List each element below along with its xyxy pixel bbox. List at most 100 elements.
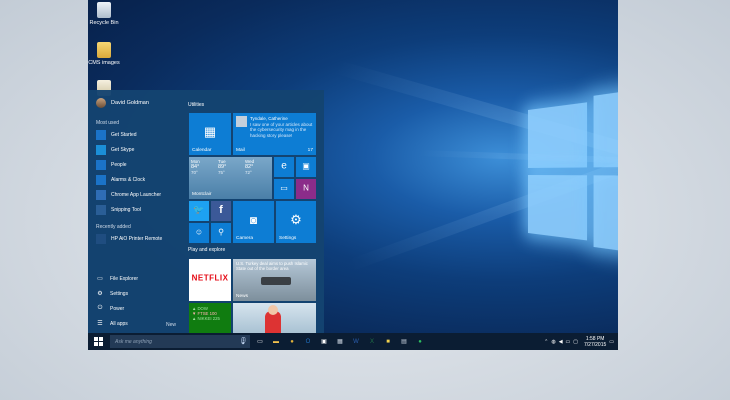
tile-people[interactable]: ☺ <box>189 223 209 243</box>
evernote-icon[interactable]: ● <box>414 336 426 348</box>
most-used-item[interactable]: People <box>96 160 127 170</box>
tile-contacts[interactable]: ▭ <box>274 179 294 199</box>
tile-news[interactable]: U.S. Turkey deal aims to push Islamic St… <box>233 259 316 301</box>
desktop-icon-label: Recycle Bin <box>89 20 119 26</box>
excel-icon[interactable]: X <box>366 336 378 348</box>
clock-date: 7/27/2015 <box>584 341 607 348</box>
folder-icon: ▭ <box>97 276 103 282</box>
sticky-notes-icon[interactable]: ■ <box>382 336 394 348</box>
weather-day: Mon 84° 70° <box>191 159 216 176</box>
app-label: Snipping Tool <box>111 207 141 213</box>
word-icon[interactable]: W <box>350 336 362 348</box>
store-icon[interactable]: ▣ <box>318 336 330 348</box>
clock-time: 1:58 PM <box>585 335 605 342</box>
notifications-icon[interactable]: ▭ <box>609 339 614 345</box>
most-used-item[interactable]: Get Skype <box>96 145 134 155</box>
tile-camera[interactable]: ◙ Camera <box>233 201 274 243</box>
start-button[interactable] <box>88 333 108 350</box>
cortana-search-box[interactable]: Ask me anything 🎙 <box>110 335 250 348</box>
maps-icon: ⚲ <box>218 227 224 237</box>
bottom-item-label: File Explorer <box>110 275 139 282</box>
people-icon: ☺ <box>194 227 204 237</box>
tile-maps[interactable]: ⚲ <box>211 223 231 243</box>
photos-icon[interactable]: ▦ <box>334 336 346 348</box>
avatar <box>96 98 106 108</box>
clock[interactable]: 1:58 PM 7/27/2015 <box>584 336 606 348</box>
windows-logo-wallpaper <box>528 84 618 261</box>
tile-weather[interactable]: Mon 84° 70° Tue 89° 75° Wed 82° 72° Montclair <box>189 157 272 199</box>
tile-facebook[interactable]: f <box>211 201 231 221</box>
weather-day-low: 72° <box>245 170 252 175</box>
start-menu-all-apps[interactable]: ☰ All apps <box>96 320 128 328</box>
chrome-icon[interactable]: ● <box>286 336 298 348</box>
most-used-item[interactable]: Snipping Tool <box>96 205 141 215</box>
start-menu-left-column: David Goldman Most used Get Started Get S… <box>88 90 182 333</box>
tile-onenote[interactable]: N <box>296 179 316 199</box>
desktop-icon-cms-images[interactable]: CMS images <box>88 42 134 66</box>
tile-netflix[interactable]: NETFLIX <box>189 259 231 301</box>
user-name: David Goldman <box>111 100 149 106</box>
start-menu: David Goldman Most used Get Started Get S… <box>88 90 324 333</box>
news-photo-plane <box>261 277 291 285</box>
app-label: People <box>111 162 127 168</box>
most-used-item[interactable]: Get Started <box>96 130 137 140</box>
most-used-item[interactable]: Alarms & Clock <box>96 175 145 185</box>
desktop-icon-recycle-bin[interactable]: Recycle Bin <box>88 2 134 26</box>
photos-preview-face <box>268 305 278 315</box>
skype-icon <box>96 145 106 155</box>
desktop: Recycle Bin CMS images David Goldman Mos… <box>88 0 618 350</box>
twitter-icon: 🐦 <box>193 204 205 215</box>
app-label: Get Skype <box>111 147 135 153</box>
most-used-label: Most used <box>96 120 120 126</box>
logo-pane <box>528 175 588 241</box>
stock-ticker: ▲ NIKKEI 225 <box>192 316 220 321</box>
mail-preview-block: Tyndale, Catherine I saw one of your art… <box>250 116 313 138</box>
tile-settings[interactable]: ⚙ Settings <box>276 201 316 243</box>
gear-icon: ⚙ <box>97 291 103 297</box>
network-icon[interactable]: ◍ <box>551 339 555 345</box>
action-center-icon[interactable]: ▢ <box>573 339 578 345</box>
chevron-up-icon[interactable]: ⌃ <box>544 339 548 345</box>
folder-icon <box>97 42 111 58</box>
edge-icon: e <box>281 160 287 172</box>
battery-icon[interactable]: ▭ <box>566 339 571 345</box>
microphone-icon[interactable]: 🎙 <box>238 337 247 345</box>
tile-money[interactable]: ▲ DOW ▼ FTSE 100 ▲ NIKKEI 225 <box>189 303 231 333</box>
volume-icon[interactable]: ◀ <box>559 339 563 345</box>
desktop-icon-label: CMS images <box>88 60 120 66</box>
weather-day: Tue 89° 75° <box>218 159 243 176</box>
weather-day: Wed 82° 72° <box>245 159 270 176</box>
file-explorer-icon[interactable]: ▬ <box>270 336 282 348</box>
tile-store[interactable]: ▣ <box>296 157 316 177</box>
tile-twitter[interactable]: 🐦 <box>189 201 209 221</box>
tile-label: Calendar <box>192 148 212 153</box>
calendar-icon: ▦ <box>203 123 217 139</box>
start-menu-power[interactable]: ⏻ Power <box>96 305 125 312</box>
facebook-icon: f <box>219 204 223 216</box>
tile-label: Camera <box>236 236 254 241</box>
app-label: Get Started <box>111 132 137 138</box>
tile-calendar[interactable]: ▦ Calendar <box>189 113 231 155</box>
app-label: Alarms & Clock <box>111 177 146 183</box>
tile-label: Settings <box>279 236 297 241</box>
most-used-item[interactable]: Chrome App Launcher <box>96 190 161 200</box>
recently-added-label: Recently added <box>96 224 131 230</box>
tile-mail[interactable]: Tyndale, Catherine I saw one of your art… <box>233 113 316 155</box>
start-menu-file-explorer[interactable]: ▭ File Explorer <box>96 275 139 283</box>
tile-photos[interactable] <box>233 303 316 333</box>
group-label-utilities: Utilities <box>188 102 205 108</box>
recycle-bin-icon <box>97 2 111 18</box>
task-view-icon[interactable]: ▭ <box>254 336 266 348</box>
calculator-icon[interactable]: ▤ <box>398 336 410 348</box>
netflix-logo: NETFLIX <box>191 273 229 283</box>
recently-added-item[interactable]: HP AiO Printer Remote <box>96 234 162 244</box>
search-placeholder: Ask me anything <box>115 338 152 345</box>
people-icon <box>96 160 106 170</box>
tile-label: Mail <box>236 148 245 153</box>
start-menu-settings[interactable]: ⚙ Settings <box>96 290 129 298</box>
outlook-icon[interactable]: O <box>302 336 314 348</box>
app-label: HP AiO Printer Remote <box>111 236 163 242</box>
bottom-item-label: Settings <box>110 290 129 297</box>
tile-edge[interactable]: e <box>274 157 294 177</box>
user-account[interactable]: David Goldman <box>96 98 149 108</box>
